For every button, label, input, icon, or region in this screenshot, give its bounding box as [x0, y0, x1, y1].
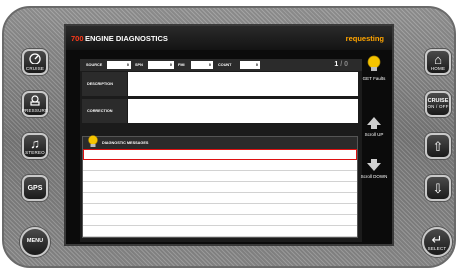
- correction-row: CORRECTION: [82, 99, 358, 123]
- spn-label: SPN: [135, 63, 143, 67]
- fmi-label: FMI: [178, 63, 185, 67]
- messages-header-label: DIAGNOSTIC MESSAGES: [102, 141, 149, 145]
- arrow-down-button[interactable]: ⇩: [425, 175, 451, 201]
- get-faults-button[interactable]: GET Faults: [358, 54, 390, 81]
- message-row[interactable]: [83, 182, 357, 193]
- scroll-up-label: Scroll UP: [364, 132, 384, 137]
- source-label: SOURCE: [86, 63, 103, 67]
- gps-button[interactable]: GPS: [22, 175, 48, 201]
- description-row: DESCRIPTION: [82, 72, 358, 96]
- scroll-up-button[interactable]: Scroll UP: [358, 116, 390, 137]
- message-row[interactable]: [83, 160, 357, 171]
- page-total: 0: [344, 61, 348, 68]
- stereo-button[interactable]: ♫ STEREO: [22, 133, 48, 159]
- speedometer-icon: [28, 52, 42, 66]
- source-value: 0: [107, 61, 131, 69]
- diagnostics-panel: SOURCE 0 SPN 0 FMI 0 COUNT 0 1 / 0 DESCR…: [80, 59, 362, 242]
- count-label: COUNT: [218, 63, 232, 67]
- select-button[interactable]: ↵ SELECT: [422, 227, 452, 257]
- page-current: 1: [334, 61, 339, 68]
- diagnostic-messages-list: DIAGNOSTIC MESSAGES: [82, 135, 358, 238]
- fault-fields-bar: SOURCE 0 SPN 0 FMI 0 COUNT 0 1 / 0: [80, 59, 362, 71]
- get-faults-label: GET Faults: [362, 76, 386, 81]
- menu-button[interactable]: MENU: [20, 227, 50, 257]
- correction-field: [128, 99, 358, 123]
- messages-header: DIAGNOSTIC MESSAGES: [83, 135, 357, 149]
- display-screen: 700 ENGINE DIAGNOSTICS requesting SOURCE…: [64, 24, 394, 246]
- music-note-icon: ♫: [30, 135, 40, 151]
- message-row[interactable]: [83, 215, 357, 226]
- page-separator: /: [340, 61, 343, 68]
- cruise-onoff-sub: ON / OFF: [427, 104, 449, 109]
- home-label: HOME: [430, 65, 446, 71]
- status-text: requesting: [345, 34, 384, 43]
- arrow-up-button[interactable]: ⇧: [425, 133, 451, 159]
- enter-arrow-icon: ↵: [431, 231, 443, 247]
- menu-label: MENU: [26, 238, 44, 245]
- message-row[interactable]: [83, 204, 357, 215]
- description-label: DESCRIPTION: [82, 72, 127, 96]
- screen-number: 700: [71, 34, 84, 43]
- home-button[interactable]: ⌂ HOME: [425, 49, 451, 75]
- messages-rows: [83, 149, 357, 237]
- select-label: SELECT: [427, 245, 447, 251]
- message-row-selected[interactable]: [83, 149, 357, 160]
- lightbulb-icon: [365, 55, 383, 75]
- cruise-button[interactable]: CRUISE: [22, 49, 48, 75]
- tire-pressure-icon: [28, 94, 42, 108]
- side-button-column: GET Faults Scroll UP Scroll DOWN: [358, 52, 390, 242]
- cruise-label: CRUISE: [25, 66, 45, 72]
- stereo-label: STEREO: [25, 149, 45, 155]
- tire-pressure-label: PRESSURE: [21, 108, 49, 114]
- arrow-down-icon: ⇩: [432, 180, 444, 196]
- fmi-value: 0: [191, 61, 213, 69]
- tire-pressure-button[interactable]: PRESSURE: [22, 91, 48, 117]
- message-row[interactable]: [83, 193, 357, 204]
- page-title: ENGINE DIAGNOSTICS: [85, 34, 168, 43]
- message-row[interactable]: [83, 226, 357, 237]
- message-row[interactable]: [83, 171, 357, 182]
- title-bar: 700 ENGINE DIAGNOSTICS requesting: [66, 26, 392, 50]
- description-field: [128, 72, 358, 96]
- count-value: 0: [240, 61, 260, 69]
- home-icon: ⌂: [434, 51, 442, 67]
- spn-value: 0: [148, 61, 174, 69]
- scroll-down-button[interactable]: Scroll DOWN: [358, 158, 390, 179]
- correction-label: CORRECTION: [82, 99, 127, 123]
- page-indicator: 1 / 0: [334, 61, 348, 68]
- arrow-down-icon: [366, 159, 382, 173]
- arrow-up-icon: ⇧: [432, 138, 444, 154]
- cruise-onoff-button[interactable]: CRUISE ON / OFF: [425, 91, 451, 117]
- arrow-up-icon: [366, 117, 382, 131]
- scroll-down-label: Scroll DOWN: [360, 174, 388, 179]
- gps-label: GPS: [27, 184, 43, 192]
